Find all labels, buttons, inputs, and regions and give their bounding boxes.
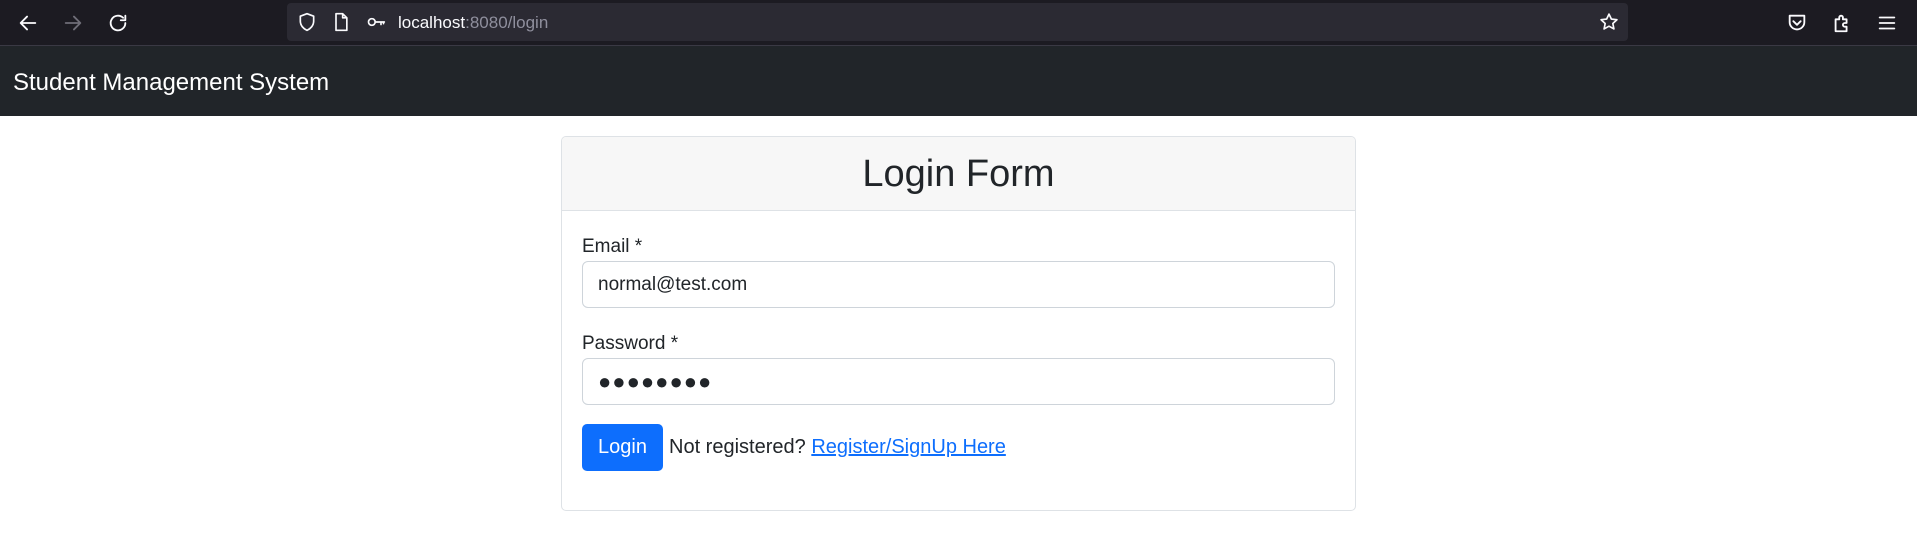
hamburger-menu-icon	[1878, 16, 1896, 30]
arrow-left-icon	[19, 15, 37, 31]
star-icon[interactable]	[1599, 12, 1619, 32]
card-header: Login Form	[562, 137, 1355, 211]
page-icon[interactable]	[331, 12, 351, 32]
browser-toolbar: localhost:8080/login	[0, 0, 1917, 46]
not-registered-text: Not registered?	[669, 436, 806, 458]
extensions-button[interactable]	[1826, 7, 1858, 39]
reload-icon	[109, 14, 127, 32]
url-text[interactable]: localhost:8080/login	[398, 13, 548, 33]
navbar-brand[interactable]: Student Management System	[13, 68, 329, 98]
key-icon[interactable]	[366, 12, 386, 32]
email-label: Email *	[582, 236, 643, 257]
login-card: Login Form Email * Password * Login Not …	[561, 136, 1356, 511]
pocket-icon	[1788, 14, 1806, 31]
register-prompt: Not registered? Register/SignUp Here	[669, 434, 1006, 460]
pocket-button[interactable]	[1781, 7, 1813, 39]
reload-button[interactable]	[102, 7, 134, 39]
login-button[interactable]: Login	[582, 424, 663, 471]
page-title: Login Form	[862, 152, 1055, 195]
puzzle-icon	[1834, 14, 1848, 33]
register-link[interactable]: Register/SignUp Here	[811, 436, 1006, 458]
password-field[interactable]	[582, 358, 1335, 405]
url-bar[interactable]: localhost:8080/login	[287, 3, 1628, 41]
menu-button[interactable]	[1871, 7, 1903, 39]
password-label: Password *	[582, 333, 679, 354]
shield-icon[interactable]	[297, 12, 317, 32]
url-host: localhost	[398, 13, 466, 32]
email-field[interactable]	[582, 261, 1335, 308]
arrow-right-icon	[64, 15, 82, 31]
app-navbar: Student Management System	[0, 46, 1917, 116]
url-path: :8080/login	[465, 13, 549, 32]
forward-button[interactable]	[57, 7, 89, 39]
back-button[interactable]	[12, 7, 44, 39]
card-body: Email * Password * Login Not registered?…	[562, 211, 1355, 510]
